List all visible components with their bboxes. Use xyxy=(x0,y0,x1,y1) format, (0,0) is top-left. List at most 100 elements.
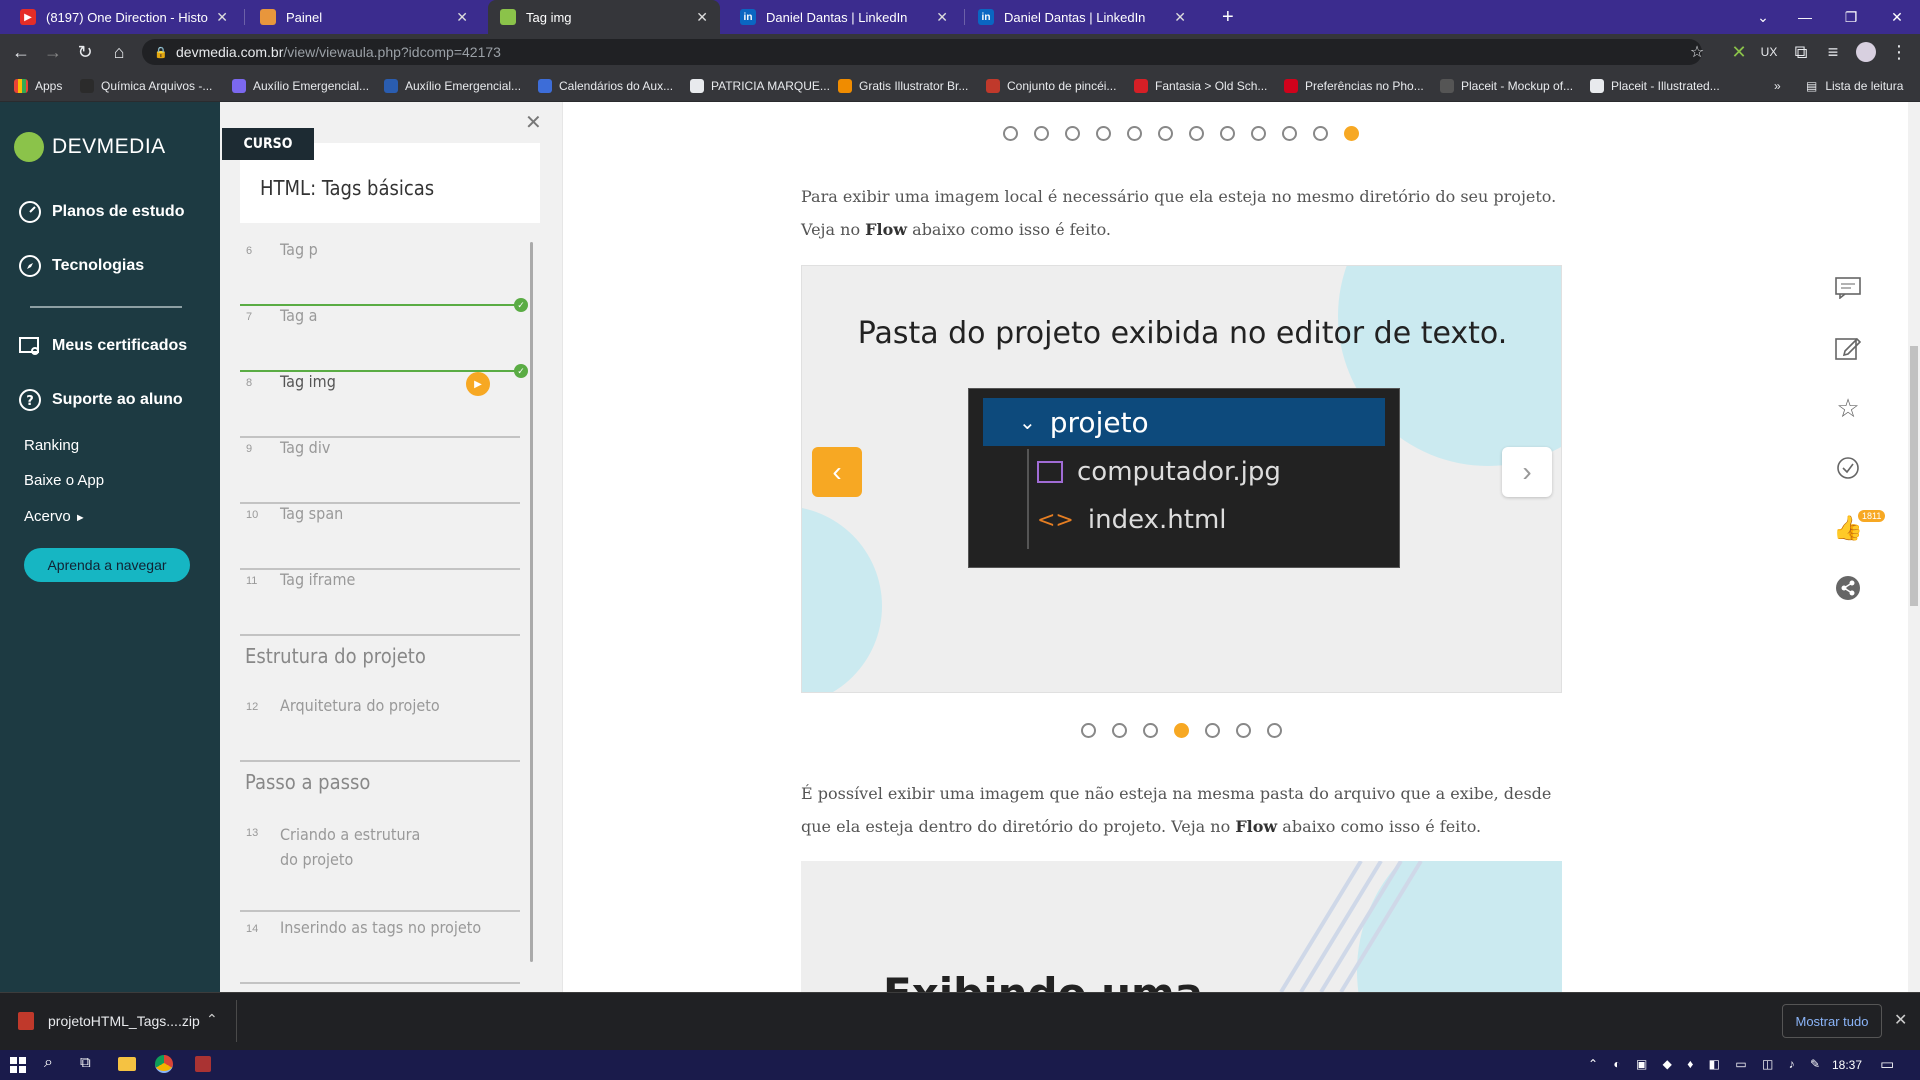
slide-dot[interactable] xyxy=(1236,723,1251,738)
ux-extension-icon[interactable]: UX xyxy=(1754,34,1784,70)
bookmark-item[interactable]: Preferências no Pho... xyxy=(1284,70,1424,102)
pagination-dot[interactable] xyxy=(1096,126,1111,141)
menu-icon[interactable]: ⋮ xyxy=(1884,34,1914,70)
nav-tecnologias[interactable]: Tecnologias xyxy=(18,254,144,278)
tab[interactable]: Tag img ✕ xyxy=(488,0,720,34)
puzzle-icon[interactable]: ⧉ xyxy=(1786,34,1816,70)
bookmark-item[interactable]: Apps xyxy=(14,70,62,102)
pagination-dot[interactable] xyxy=(1034,126,1049,141)
bookmarks-more-icon[interactable]: » xyxy=(1774,70,1781,102)
lesson-item[interactable]: 7 Tag a ✓ xyxy=(240,306,528,378)
bookmark-star-icon[interactable]: ☆ xyxy=(1682,34,1712,70)
slide-dot[interactable] xyxy=(1267,723,1282,738)
nav-suporte[interactable]: ? Suporte ao aluno xyxy=(18,388,183,412)
pagination-dot[interactable] xyxy=(1313,126,1328,141)
task-view-icon[interactable]: ⧉ xyxy=(80,1054,91,1071)
bookmark-item[interactable]: PATRICIA MARQUE... xyxy=(690,70,830,102)
play-icon[interactable]: ▶ xyxy=(466,372,490,396)
show-all-button[interactable]: Mostrar tudo xyxy=(1782,1004,1882,1038)
nav-certificados[interactable]: Meus certificados xyxy=(18,334,187,358)
notifications-icon[interactable]: ▭ xyxy=(1880,1055,1894,1073)
close-tab-icon[interactable]: ✕ xyxy=(936,9,948,26)
file-explorer-icon[interactable] xyxy=(118,1057,136,1071)
bookmark-item[interactable]: Conjunto de pincéi... xyxy=(986,70,1116,102)
lesson-item[interactable]: 9 Tag div xyxy=(240,438,520,504)
slide-dot[interactable] xyxy=(1112,723,1127,738)
lesson-item[interactable]: 14 Inserindo as tags no projeto xyxy=(240,918,520,984)
chrome-icon[interactable] xyxy=(155,1055,173,1073)
check-circle-icon[interactable] xyxy=(1832,452,1864,484)
panel-scrollbar[interactable] xyxy=(530,242,533,962)
address-bar[interactable]: 🔒 devmedia.com.br/view/viewaula.php?idco… xyxy=(142,39,1702,65)
slide-dot[interactable] xyxy=(1174,723,1189,738)
slide-dot[interactable] xyxy=(1205,723,1220,738)
close-tab-icon[interactable]: ✕ xyxy=(696,9,708,26)
aprenda-navegar-button[interactable]: Aprenda a navegar xyxy=(24,548,190,582)
home-icon[interactable]: ⌂ xyxy=(104,34,134,70)
pagination-dot[interactable] xyxy=(1189,126,1204,141)
chevron-up-icon[interactable]: ⌃ xyxy=(206,1011,218,1028)
bookmark-item[interactable]: Química Arquivos -... xyxy=(80,70,212,102)
lesson-item[interactable]: 8 Tag img ▶ xyxy=(240,372,520,438)
pagination-dot[interactable] xyxy=(1065,126,1080,141)
tab[interactable]: in Daniel Dantas | LinkedIn ✕ xyxy=(728,0,960,34)
minimize-icon[interactable]: — xyxy=(1782,0,1828,34)
avatar[interactable] xyxy=(1856,42,1876,62)
lesson-item[interactable]: 10 Tag span xyxy=(240,504,520,570)
comment-icon[interactable] xyxy=(1832,272,1864,304)
close-panel-icon[interactable]: ✕ xyxy=(525,110,542,135)
slide-prev-button[interactable]: ‹ xyxy=(812,447,862,497)
forward-icon[interactable]: → xyxy=(38,34,68,70)
extension-icon[interactable]: ✕ xyxy=(1724,34,1754,70)
reload-icon[interactable]: ↻ xyxy=(70,34,100,70)
page-scrollbar-thumb[interactable] xyxy=(1910,346,1918,606)
bookmark-item[interactable]: Auxílio Emergencial... xyxy=(384,70,521,102)
close-tab-icon[interactable]: ✕ xyxy=(1174,9,1186,26)
link-acervo[interactable]: Acervo ► xyxy=(24,508,86,525)
download-item[interactable]: projetoHTML_Tags....zip xyxy=(48,1013,200,1029)
new-tab-icon[interactable]: + xyxy=(1210,0,1246,34)
share-icon[interactable] xyxy=(1832,572,1864,604)
media-icon[interactable]: ≡ xyxy=(1818,34,1848,70)
lesson-item[interactable]: 11 Tag iframe xyxy=(240,570,520,636)
lesson-item[interactable]: 13 Criando a estrutura do projeto xyxy=(240,822,520,912)
close-download-icon[interactable]: ✕ xyxy=(1894,1010,1907,1030)
lesson-item[interactable]: 12 Arquitetura do projeto xyxy=(240,696,520,762)
pagination-dot[interactable] xyxy=(1127,126,1142,141)
devmedia-logo[interactable]: DEVMEDIA xyxy=(14,132,166,162)
edit-icon[interactable] xyxy=(1832,332,1864,364)
bookmark-item[interactable]: Auxílio Emergencial... xyxy=(232,70,369,102)
pagination-dot[interactable] xyxy=(1282,126,1297,141)
nav-planos[interactable]: Planos de estudo xyxy=(18,200,184,224)
close-window-icon[interactable]: ✕ xyxy=(1874,0,1920,34)
bookmark-item[interactable]: Placeit - Mockup of... xyxy=(1440,70,1573,102)
tab[interactable]: in Daniel Dantas | LinkedIn ✕ xyxy=(966,0,1198,34)
close-tab-icon[interactable]: ✕ xyxy=(216,9,228,26)
back-icon[interactable]: ← xyxy=(6,34,36,70)
tab[interactable]: Painel ✕ xyxy=(248,0,480,34)
lesson-item[interactable]: 6 Tag p ✓ xyxy=(240,240,528,312)
windows-start-icon[interactable] xyxy=(10,1057,26,1073)
bookmark-item[interactable]: Calendários do Aux... xyxy=(538,70,673,102)
pagination-dot[interactable] xyxy=(1003,126,1018,141)
winrar-icon[interactable] xyxy=(195,1056,211,1072)
pagination-dot[interactable] xyxy=(1251,126,1266,141)
slide-next-button[interactable]: › xyxy=(1502,447,1552,497)
star-icon[interactable]: ☆ xyxy=(1832,392,1864,424)
bookmark-item[interactable]: Placeit - Illustrated... xyxy=(1590,70,1720,102)
reading-list[interactable]: ▤ Lista de leitura xyxy=(1806,70,1903,102)
link-baixe-app[interactable]: Baixe o App xyxy=(24,472,104,489)
system-tray-icons[interactable]: ⌃ ◐ ▣ ◆ ♦ ◧ ▭ ◫ ♪ ✎ xyxy=(1588,1057,1826,1071)
restore-icon[interactable]: ❐ xyxy=(1828,0,1874,34)
pagination-dot[interactable] xyxy=(1220,126,1235,141)
close-tab-icon[interactable]: ✕ xyxy=(456,9,468,26)
bookmark-item[interactable]: Fantasia > Old Sch... xyxy=(1134,70,1267,102)
tab-search-icon[interactable]: ⌄ xyxy=(1740,0,1786,34)
pagination-dot[interactable] xyxy=(1158,126,1173,141)
slide-dot[interactable] xyxy=(1081,723,1096,738)
pagination-dot[interactable] xyxy=(1344,126,1359,141)
link-ranking[interactable]: Ranking xyxy=(24,437,79,454)
tab[interactable]: ▶ (8197) One Direction - History (O ✕ xyxy=(8,0,240,34)
slide-dot[interactable] xyxy=(1143,723,1158,738)
search-icon[interactable]: ⌕ xyxy=(44,1054,53,1072)
